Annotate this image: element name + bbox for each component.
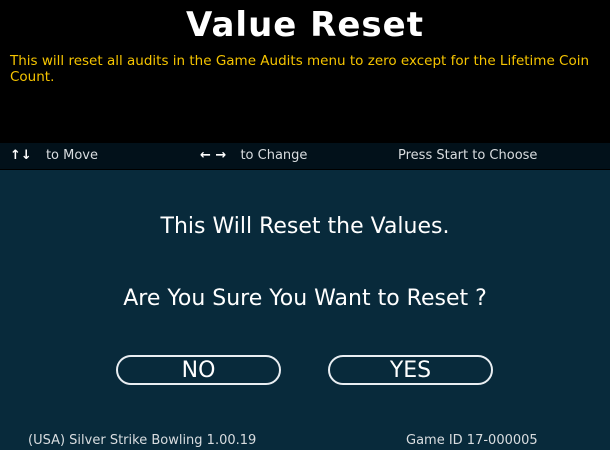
- yes-button[interactable]: YES: [328, 355, 493, 385]
- reset-warning-message: This Will Reset the Values.: [160, 214, 450, 239]
- left-right-arrows-icon: ← →: [200, 148, 227, 163]
- hint-choose: Press Start to Choose: [398, 148, 537, 163]
- confirm-question: Are You Sure You Want to Reset ?: [123, 286, 487, 311]
- reset-description: This will reset all audits in the Game A…: [10, 53, 590, 85]
- no-button[interactable]: NO: [116, 355, 281, 385]
- confirmation-panel: This Will Reset the Values. Are You Sure…: [0, 170, 610, 450]
- hint-change: ← → to Change: [200, 148, 307, 163]
- hint-change-label: to Change: [240, 148, 308, 163]
- game-id-text: Game ID 17-000005: [406, 433, 538, 448]
- title-bar: Value Reset: [0, 0, 610, 48]
- no-button-label: NO: [181, 357, 216, 383]
- game-version-text: (USA) Silver Strike Bowling 1.00.19: [28, 433, 257, 448]
- page-title: Value Reset: [186, 5, 424, 45]
- up-down-arrows-icon: ↑↓: [10, 148, 32, 163]
- yes-button-label: YES: [389, 357, 432, 383]
- value-reset-screen: Value Reset This will reset all audits i…: [0, 0, 610, 450]
- hint-move-label: to Move: [45, 148, 98, 163]
- hint-choose-label: Press Start to Choose: [398, 148, 538, 163]
- hint-move: ↑↓ to Move: [10, 148, 98, 163]
- control-hints-bar: ↑↓ to Move ← → to Change Press Start to …: [0, 143, 610, 169]
